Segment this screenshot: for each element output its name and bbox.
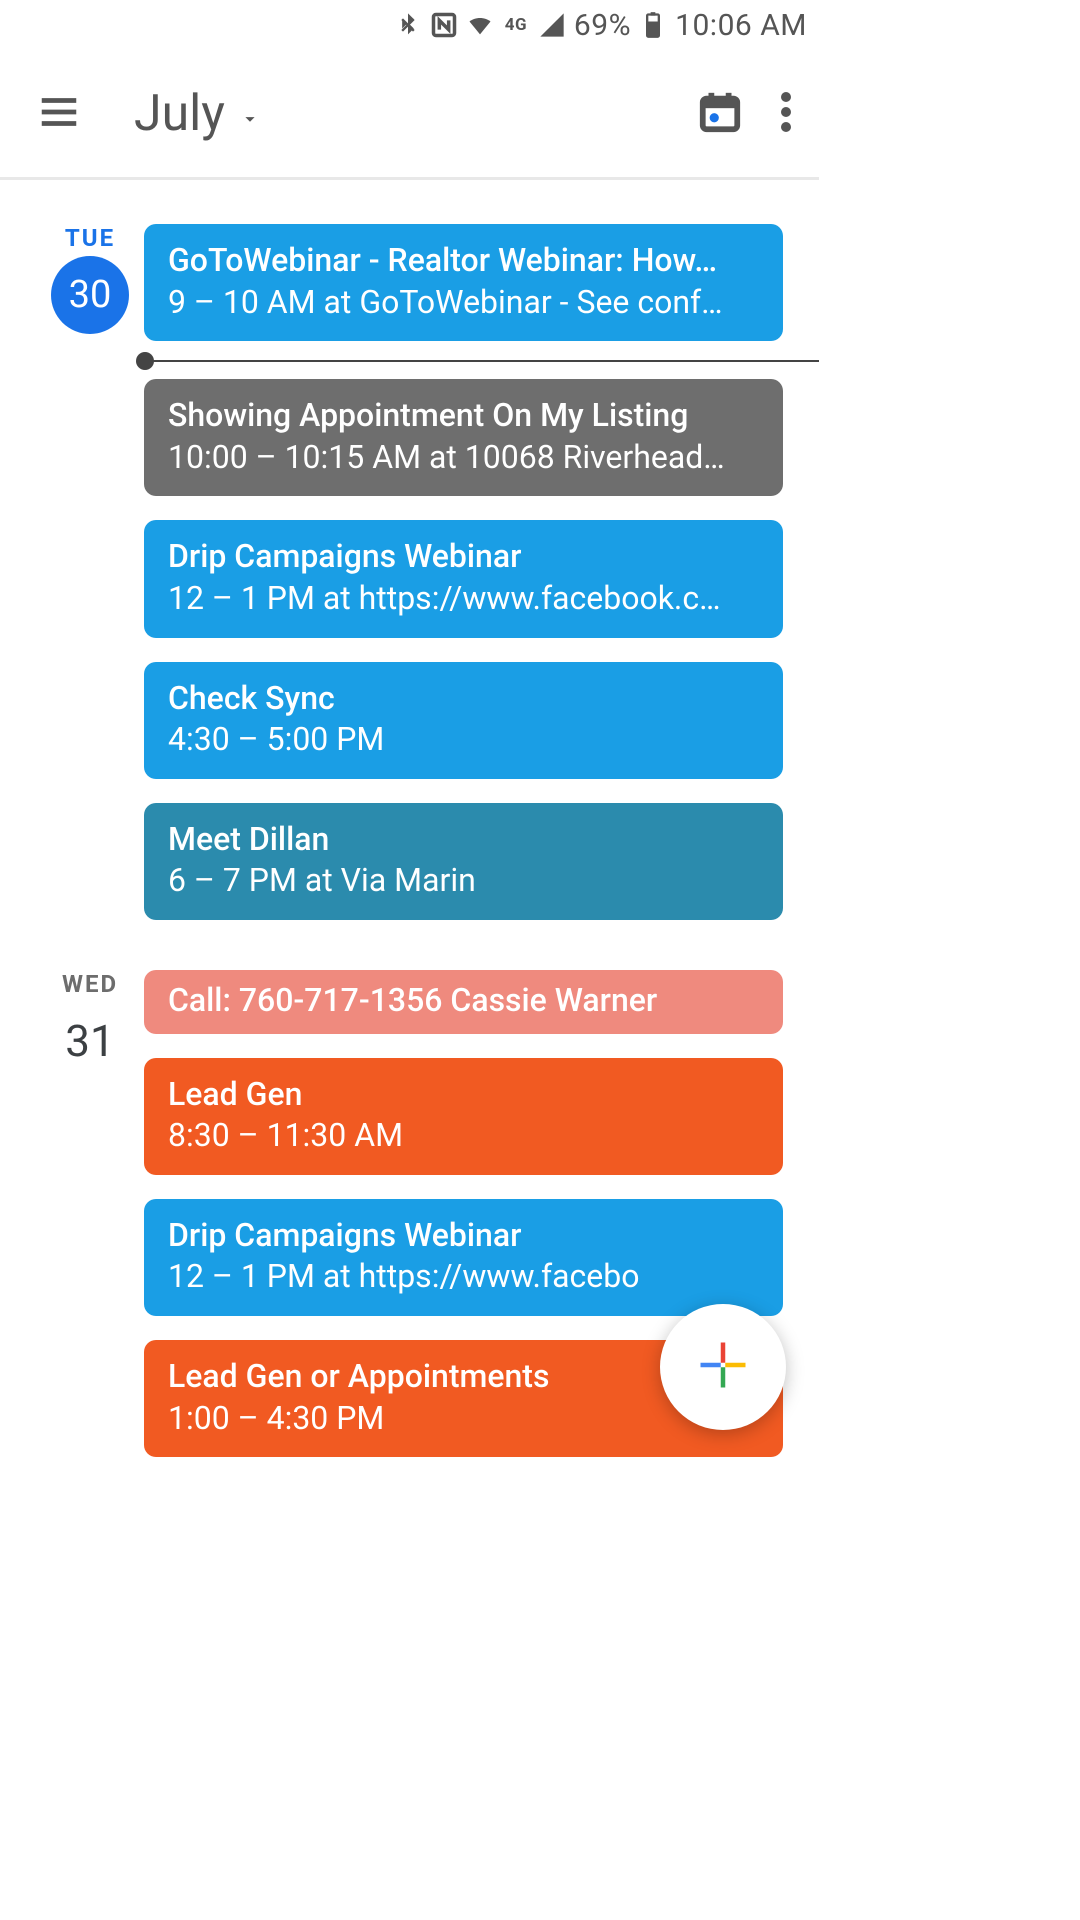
today-button[interactable] bbox=[697, 89, 743, 139]
app-bar: July bbox=[0, 50, 819, 180]
event-detail: 10:00 – 10:15 AM at 10068 Riverhead… bbox=[168, 437, 759, 479]
event-detail: 4:30 – 5:00 PM bbox=[168, 719, 759, 761]
event-title: Drip Campaigns Webinar bbox=[168, 1215, 759, 1257]
event-card[interactable]: Lead Gen8:30 – 11:30 AM bbox=[144, 1058, 783, 1175]
plus-icon bbox=[696, 1338, 750, 1396]
signal-icon bbox=[538, 11, 566, 39]
event-card[interactable]: Meet Dillan6 – 7 PM at Via Marin bbox=[144, 803, 783, 920]
event-card[interactable]: Check Sync4:30 – 5:00 PM bbox=[144, 662, 783, 779]
day-header[interactable]: TUE 30 bbox=[36, 224, 144, 920]
month-selector[interactable]: July bbox=[134, 85, 261, 143]
day-row: WED 31 Call: 760-717-1356 Cassie Warner Lea… bbox=[0, 970, 819, 1507]
create-event-fab[interactable] bbox=[660, 1304, 786, 1430]
overflow-menu-button[interactable] bbox=[781, 92, 791, 136]
weekday-label: WED bbox=[62, 970, 118, 998]
bluetooth-icon bbox=[394, 11, 422, 39]
battery-icon bbox=[639, 11, 667, 39]
day-row: TUE30GoToWebinar - Realtor Webinar: How…… bbox=[0, 224, 819, 970]
statusbar: 4G 69% 10:06 AM bbox=[0, 0, 819, 50]
nfc-icon bbox=[430, 11, 458, 39]
wifi-icon bbox=[466, 11, 494, 39]
agenda-list[interactable]: TUE30GoToWebinar - Realtor Webinar: How…… bbox=[0, 180, 819, 1507]
event-card[interactable]: Call: 760-717-1356 Cassie Warner bbox=[144, 970, 783, 1034]
event-detail: 12 – 1 PM at https://www.facebo bbox=[168, 1256, 759, 1298]
event-title: Call: 760-717-1356 Cassie Warner bbox=[168, 980, 759, 1022]
day-number: 30 bbox=[51, 256, 129, 334]
event-card[interactable]: Showing Appointment On My Listing10:00 –… bbox=[144, 379, 783, 496]
event-title: GoToWebinar - Realtor Webinar: How… bbox=[168, 240, 759, 282]
event-title: Check Sync bbox=[168, 678, 759, 720]
lte-icon: 4G bbox=[502, 11, 530, 39]
event-detail: 6 – 7 PM at Via Marin bbox=[168, 860, 759, 902]
month-label: July bbox=[134, 85, 225, 143]
event-card[interactable]: Drip Campaigns Webinar12 – 1 PM at https… bbox=[144, 520, 783, 637]
clock: 10:06 AM bbox=[675, 8, 807, 43]
weekday-label: TUE bbox=[65, 224, 115, 252]
day-header[interactable]: WED 31 bbox=[36, 970, 144, 1457]
event-title: Meet Dillan bbox=[168, 819, 759, 861]
chevron-down-icon bbox=[239, 85, 261, 143]
event-detail: 8:30 – 11:30 AM bbox=[168, 1115, 759, 1157]
events-column: GoToWebinar - Realtor Webinar: How…9 – 1… bbox=[144, 224, 783, 920]
battery-percent: 69% bbox=[574, 8, 631, 43]
event-title: Lead Gen bbox=[168, 1074, 759, 1116]
event-title: Showing Appointment On My Listing bbox=[168, 395, 759, 437]
event-detail: 1:00 – 4:30 PM bbox=[168, 1398, 759, 1440]
event-detail: 12 – 1 PM at https://www.facebook.c… bbox=[168, 578, 759, 620]
event-title: Drip Campaigns Webinar bbox=[168, 536, 759, 578]
event-card[interactable]: GoToWebinar - Realtor Webinar: How…9 – 1… bbox=[144, 224, 783, 341]
event-detail: 9 – 10 AM at GoToWebinar - See conf… bbox=[168, 282, 759, 324]
event-card[interactable]: Drip Campaigns Webinar12 – 1 PM at https… bbox=[144, 1199, 783, 1316]
menu-button[interactable] bbox=[36, 89, 82, 139]
day-number: 31 bbox=[51, 1002, 129, 1080]
